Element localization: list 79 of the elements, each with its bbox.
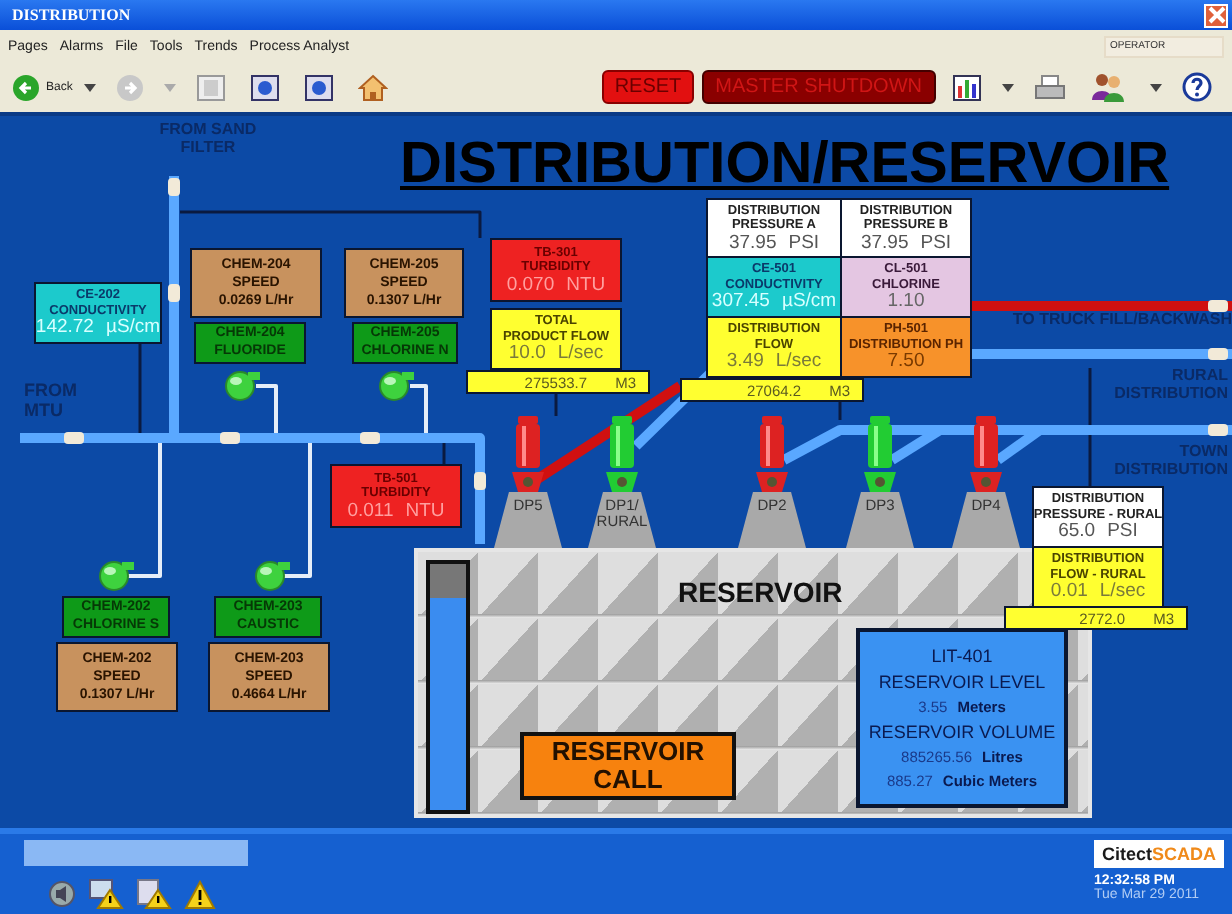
valve-icon[interactable] — [604, 416, 640, 492]
reading-value: 3.49 — [726, 352, 764, 372]
reading-value: 10.0 — [508, 344, 546, 364]
speaker-icon[interactable] — [48, 880, 76, 908]
page-warning-icon[interactable] — [136, 878, 172, 910]
screen-title: DISTRIBUTION/RESERVOIR — [400, 132, 1170, 198]
tubing-line — [410, 384, 428, 438]
flow-label: RURAL DISTRIBUTION — [1112, 366, 1228, 402]
volume-label: RESERVOIR VOLUME — [868, 721, 1056, 743]
tubing-line — [256, 384, 278, 438]
reading-value: 142.72 — [36, 318, 94, 338]
reading-value: 37.95 — [860, 233, 909, 253]
valve-icon[interactable] — [510, 416, 546, 492]
valve-icon[interactable] — [754, 416, 790, 492]
level-label: RESERVOIR LEVEL — [878, 671, 1046, 693]
reading-unit: L/sec — [1099, 582, 1146, 602]
reading-unit: µS/cm — [105, 318, 160, 338]
valve-icon — [1208, 348, 1228, 360]
valve-icon — [220, 432, 240, 444]
tubing-line — [128, 438, 162, 578]
reading-unit: PSI — [788, 233, 820, 253]
window-title: DISTRIBUTION — [12, 6, 131, 24]
flow-label: FROM MTU — [24, 380, 79, 420]
valve-icon — [64, 432, 84, 444]
reading-unit: NTU — [405, 501, 445, 521]
caret-icon[interactable] — [1150, 83, 1162, 91]
caret-icon[interactable] — [1002, 83, 1014, 91]
tag-label: LIT-401 — [931, 645, 993, 667]
signal-line — [838, 402, 842, 420]
pump-icon[interactable] — [254, 560, 290, 592]
computer-warning-icon[interactable] — [88, 878, 124, 910]
reading-value: 0.011 — [347, 501, 394, 521]
logo-text: Citect — [1101, 844, 1152, 864]
pump-icon[interactable] — [98, 560, 134, 592]
page-icon[interactable] — [250, 73, 281, 101]
valve-icon — [168, 178, 180, 196]
users-icon[interactable] — [1090, 72, 1126, 102]
tubing-line — [284, 438, 312, 578]
reading-value: 7.50 — [887, 352, 925, 372]
flow-label: TOWN DISTRIBUTION — [1112, 442, 1228, 478]
reading-value: 65.0 — [1058, 522, 1096, 542]
reading-value: 1.10 — [887, 292, 925, 312]
reading-value: 0.070 — [506, 275, 555, 295]
reading-unit: PSI — [1107, 522, 1138, 542]
home-icon[interactable] — [358, 73, 389, 101]
reading-unit: L/sec — [557, 344, 604, 364]
reading-value: 37.95 — [728, 233, 777, 253]
valve-icon — [474, 472, 486, 490]
reading-unit: PSI — [920, 233, 952, 253]
pump-icon[interactable] — [224, 370, 260, 402]
valve-icon[interactable] — [862, 416, 898, 492]
valve-icon — [360, 432, 380, 444]
reading-value: 0.01 — [1050, 582, 1088, 602]
page-icon[interactable] — [304, 73, 335, 101]
signal-line — [442, 438, 446, 464]
signal-line — [554, 394, 558, 416]
reading-unit: µS/cm — [781, 292, 837, 312]
valve-icon — [1208, 300, 1228, 312]
reservoir-title: RESERVOIR — [678, 576, 843, 608]
bar-chart-icon[interactable] — [952, 73, 982, 101]
help-icon[interactable] — [1182, 72, 1212, 102]
logo-suffix: SCADA — [1151, 844, 1216, 864]
caret-icon[interactable] — [84, 83, 97, 91]
signal-line — [138, 342, 142, 438]
valve-icon[interactable] — [968, 416, 1004, 492]
flow-label: TO TRUCK FILL/BACKWASH — [1010, 310, 1232, 328]
warning-icon[interactable] — [184, 879, 216, 909]
valve-icon — [168, 284, 180, 302]
flow-label: FROM SAND FILTER — [157, 120, 259, 156]
reading-value: 307.45 — [711, 292, 770, 312]
close-icon — [1207, 6, 1225, 24]
reading-unit: L/sec — [775, 352, 822, 372]
close-button[interactable] — [1204, 3, 1228, 27]
valve-icon — [1208, 424, 1228, 436]
reading-unit: NTU — [566, 275, 606, 295]
reservoir-call-button[interactable]: RESERVOIR CALL — [520, 732, 736, 800]
pump-icon[interactable] — [378, 370, 414, 402]
signal-line — [1088, 368, 1092, 486]
printer-icon[interactable] — [1034, 73, 1066, 101]
